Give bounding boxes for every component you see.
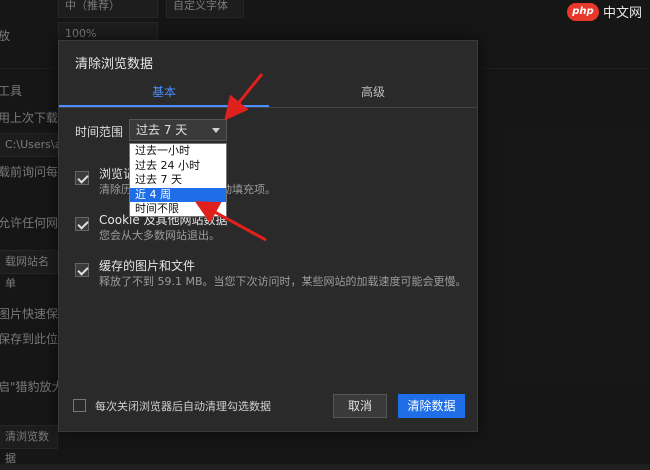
chevron-down-icon [212, 128, 220, 133]
browsing-history-checkbox[interactable] [75, 171, 89, 185]
range-option-24h[interactable]: 过去 24 小时 [130, 159, 226, 174]
time-range-value: 过去 7 天 [136, 123, 188, 137]
range-option-4w[interactable]: 近 4 周 [130, 187, 226, 202]
tab-advanced[interactable]: 高级 [269, 79, 477, 107]
cookies-checkbox[interactable] [75, 217, 89, 231]
time-range-select[interactable]: 过去 7 天 [129, 119, 227, 141]
cache-desc: 释放了不到 59.1 MB。当您下次访问时，某些网站的加载速度可能会更慢。 [99, 275, 467, 288]
cache-title: 缓存的图片和文件 [99, 259, 196, 273]
time-range-label: 时间范围 [75, 125, 124, 139]
watermark: php 中文网 [566, 2, 642, 21]
auto-clear-checkbox[interactable] [73, 399, 86, 412]
range-option-all[interactable]: 时间不限 [130, 202, 226, 217]
range-option-1h[interactable]: 过去一小时 [130, 144, 226, 159]
dialog-tabs: 基本 高级 [59, 79, 477, 108]
time-range-dropdown: 过去一小时 过去 24 小时 过去 7 天 近 4 周 时间不限 [129, 143, 227, 217]
clear-data-button[interactable]: 清除数据 [398, 394, 465, 418]
tab-basic[interactable]: 基本 [59, 79, 269, 107]
cache-checkbox[interactable] [75, 263, 89, 277]
auto-clear-label: 每次关闭浏览器后自动清理勾选数据 [95, 400, 271, 413]
dialog-title: 清除浏览数据 [75, 57, 154, 72]
range-option-7d[interactable]: 过去 7 天 [130, 173, 226, 188]
cookies-desc: 您会从大多数网站退出。 [99, 229, 220, 242]
php-logo: php [566, 2, 599, 21]
cancel-button[interactable]: 取消 [333, 394, 387, 418]
watermark-text: 中文网 [602, 6, 642, 21]
clear-browsing-data-dialog: 清除浏览数据 基本 高级 时间范围 过去 7 天 浏览记 清除历 自动填充项。 C… [58, 40, 478, 432]
